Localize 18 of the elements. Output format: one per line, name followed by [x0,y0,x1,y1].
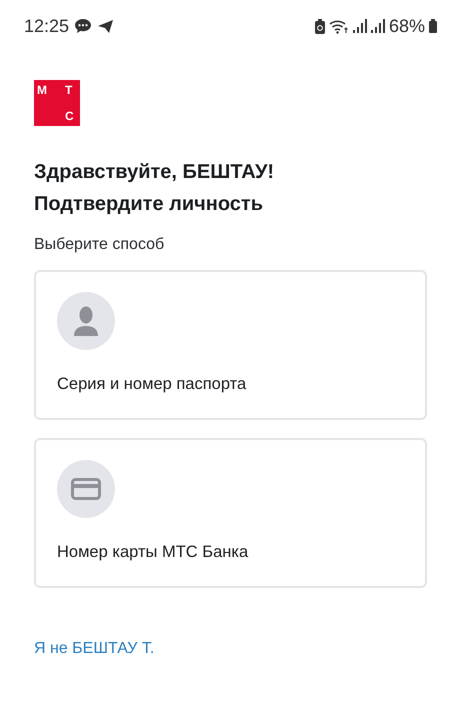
wifi-icon [328,18,349,34]
option-card[interactable]: Номер карты МТС Банка [34,438,427,588]
bank-card-icon [71,478,101,500]
signal-icon [352,19,367,33]
send-icon [97,18,114,34]
status-time: 12:25 [24,16,70,36]
battery-saver-icon [314,18,325,34]
option-card[interactable]: Серия и номер паспорта [34,270,427,420]
heading: Здравствуйте, БЕШТАУ! [34,160,274,185]
chat-icon [74,18,92,34]
subtitle: Выберите способ [34,236,166,254]
person-icon [74,306,98,336]
signal-icon [370,19,385,33]
logo: М Т С [34,80,80,126]
heading: Подтвердите личность [34,192,264,217]
battery-icon [429,19,437,33]
battery-percent: 68% [388,16,425,36]
not-me-link[interactable]: Я не БЕШТАУ Т. [34,640,154,658]
